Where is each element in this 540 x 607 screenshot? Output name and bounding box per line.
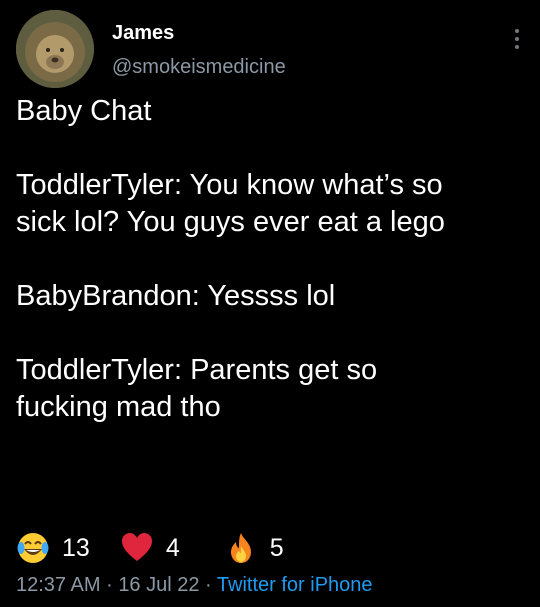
tweet-time[interactable]: 12:37 AM: [16, 574, 101, 596]
fire-count: 5: [269, 533, 284, 562]
laughing-count: 13: [62, 533, 90, 562]
tweet-meta: 12:37 AM · 16 Jul 22 · Twitter for iPhon…: [16, 574, 373, 597]
tweet-line: BabyBrandon: Yessss lol: [16, 280, 336, 312]
red-heart-icon: [121, 533, 152, 561]
tweet-line: Baby Chat: [16, 95, 152, 127]
dot: [515, 45, 519, 49]
tweet-date[interactable]: 16 Jul 22: [118, 574, 199, 596]
meta-separator: ·: [106, 574, 113, 596]
meta-separator: ·: [205, 574, 212, 596]
tweet-line: sick lol? You guys ever eat a lego: [16, 206, 445, 238]
fire-icon: [230, 533, 251, 563]
reaction-bar: 13 4 5: [16, 528, 284, 568]
tweet-line: fucking mad tho: [16, 391, 221, 423]
tweet-header: James @smokeismedicine: [16, 10, 524, 90]
reaction-heart[interactable]: 4: [120, 531, 180, 565]
display-name[interactable]: James: [112, 22, 174, 45]
heart-count: 4: [165, 533, 180, 562]
laughing-tears-icon: [17, 533, 49, 563]
tweet-line: ToddlerTyler: You know what’s so: [16, 169, 443, 201]
reaction-fire[interactable]: 5: [224, 531, 284, 565]
dot: [515, 37, 519, 41]
tweet-text: Baby Chat ToddlerTyler: You know what’s …: [16, 93, 528, 426]
lion-avatar-icon[interactable]: [16, 10, 94, 88]
user-handle[interactable]: @smokeismedicine: [112, 56, 286, 79]
tweet-line: ToddlerTyler: Parents get so: [16, 354, 378, 386]
tweet-source-link[interactable]: Twitter for iPhone: [217, 574, 373, 596]
reaction-laughing[interactable]: 13: [16, 531, 90, 565]
dot: [515, 29, 519, 33]
more-options-icon[interactable]: [510, 24, 524, 54]
